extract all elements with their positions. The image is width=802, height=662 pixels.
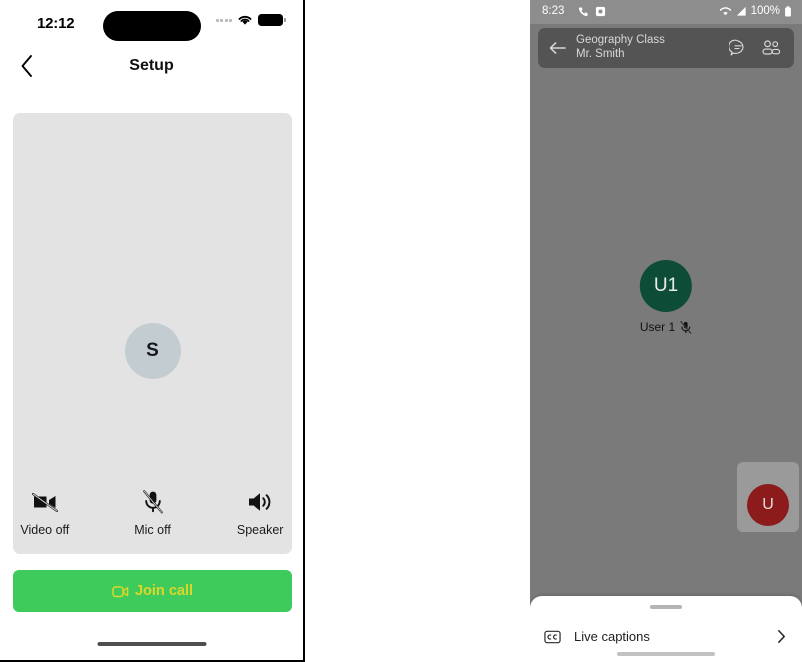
screenshot-root: 12:12 Setup S Video off Mic off Speaker … [0, 0, 802, 662]
wifi-icon [238, 15, 252, 25]
background-gap [305, 0, 530, 662]
back-button[interactable] [538, 41, 576, 55]
mic-toggle-button[interactable]: Mic off [121, 490, 185, 537]
wifi-icon [719, 6, 731, 15]
cell-signal-icon [736, 6, 746, 16]
chat-button[interactable] [729, 39, 747, 57]
main-participant-tile[interactable]: U1 User 1 [640, 260, 692, 334]
status-time: 8:23 [542, 5, 565, 17]
call-title-block: Geography Class Mr. Smith [576, 34, 729, 61]
people-icon [762, 40, 781, 55]
app-badge-icon [595, 6, 606, 17]
call-title: Geography Class [576, 34, 665, 47]
self-view-tile[interactable]: U [737, 462, 799, 532]
left-nav-bar: Setup [0, 44, 303, 88]
closed-captions-icon [544, 630, 574, 644]
signal-dots-icon [215, 18, 232, 22]
mic-toggle-label: Mic off [134, 523, 171, 537]
video-stage: U1 User 1 U Live captions [530, 68, 802, 662]
join-call-label: Join call [134, 583, 194, 599]
chevron-right-icon [777, 629, 788, 644]
avatar: U1 [640, 260, 692, 312]
avatar: S [124, 323, 181, 379]
status-indicators [215, 14, 286, 26]
right-status-bar: 8:23 100% [530, 0, 802, 24]
menu-item-label: Live captions [574, 629, 650, 644]
home-indicator [97, 642, 206, 646]
video-toggle-button[interactable]: Video off [13, 490, 77, 537]
call-header-actions [729, 39, 794, 57]
participant-name: User 1 [639, 320, 676, 334]
left-status-bar: 12:12 [0, 0, 303, 44]
mic-off-icon [142, 490, 164, 514]
video-toggle-label: Video off [20, 523, 70, 537]
speaker-button[interactable]: Speaker [228, 490, 292, 537]
home-indicator [617, 652, 715, 656]
status-time: 12:12 [37, 15, 75, 32]
battery-full-icon [258, 14, 286, 26]
mic-off-icon [680, 320, 692, 334]
call-subtitle: Mr. Smith [576, 48, 625, 60]
arrow-left-icon [549, 42, 566, 54]
chat-bubble-icon [729, 39, 744, 56]
page-title: Setup [129, 57, 174, 74]
preview-controls: Video off Mic off Speaker [13, 490, 292, 537]
menu-item-share-diagnostics[interactable]: Share diagnostics info [530, 655, 802, 662]
participants-button[interactable] [761, 39, 781, 57]
left-phone-frame: 12:12 Setup S Video off Mic off Speaker … [0, 0, 305, 662]
video-camera-icon [112, 585, 129, 597]
right-phone-frame: 8:23 100% Geography Class Mr. Smith U1 U… [530, 0, 802, 662]
participant-label-row: User 1 [640, 320, 692, 334]
menu-item-live-captions[interactable]: Live captions [530, 618, 802, 655]
battery-percent-label: 100% [750, 5, 780, 17]
video-off-icon [31, 490, 58, 514]
avatar: U [747, 484, 789, 526]
video-preview-panel: S Video off Mic off Speaker [13, 113, 292, 554]
status-indicators: 100% [719, 5, 792, 17]
call-header: Geography Class Mr. Smith [538, 28, 794, 68]
speaker-icon [247, 490, 273, 514]
battery-full-icon [785, 5, 791, 16]
drag-handle[interactable] [650, 605, 682, 609]
speaker-label: Speaker [236, 523, 284, 537]
bottom-sheet: Live captions [530, 596, 802, 662]
join-call-button[interactable]: Join call [13, 570, 292, 612]
status-left-icons [578, 6, 606, 17]
dynamic-island [102, 11, 201, 41]
phone-call-icon [578, 7, 588, 17]
